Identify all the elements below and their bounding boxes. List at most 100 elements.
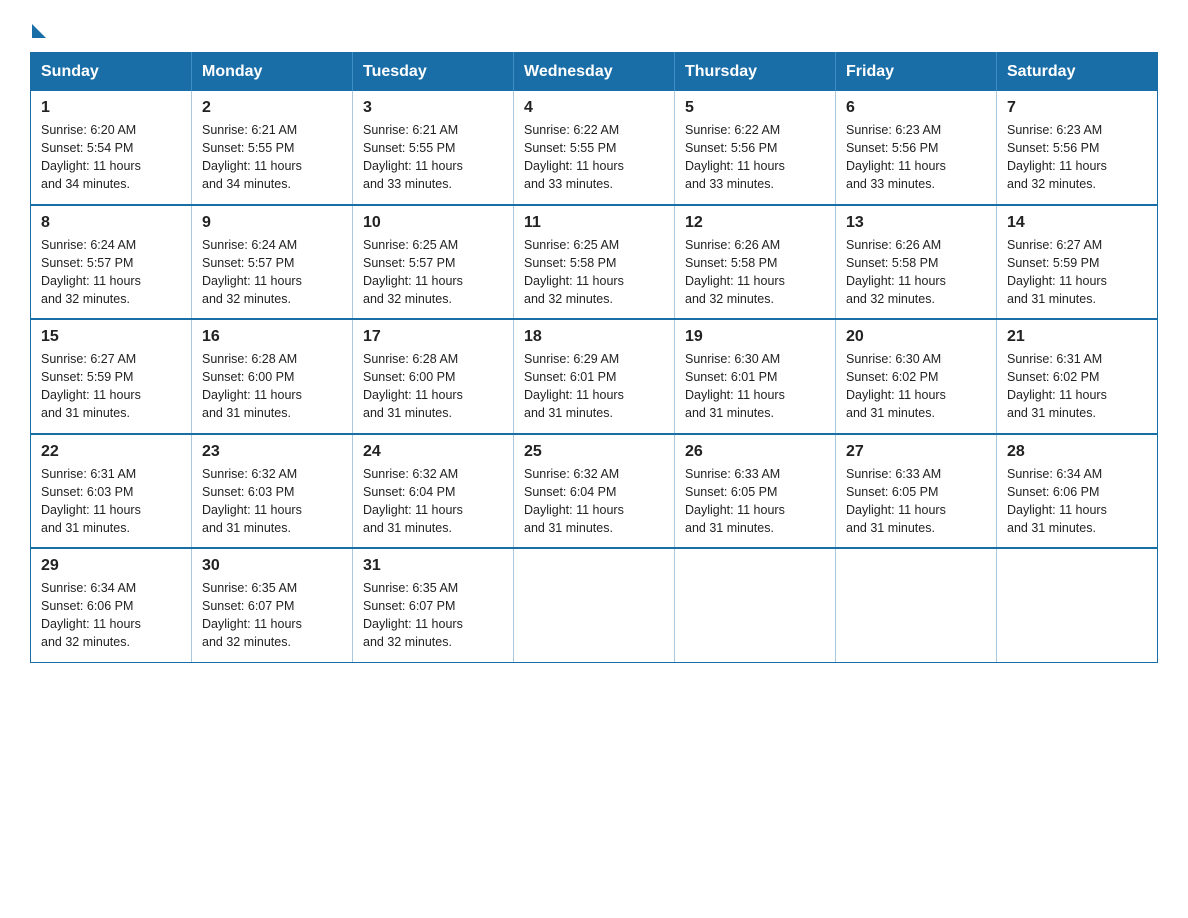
day-info: Sunrise: 6:32 AMSunset: 6:04 PMDaylight:… (524, 467, 624, 535)
day-number: 8 (41, 214, 181, 232)
day-info: Sunrise: 6:32 AMSunset: 6:04 PMDaylight:… (363, 467, 463, 535)
day-info: Sunrise: 6:34 AMSunset: 6:06 PMDaylight:… (1007, 467, 1107, 535)
day-number: 11 (524, 214, 664, 232)
week-row-1: 1 Sunrise: 6:20 AMSunset: 5:54 PMDayligh… (31, 91, 1158, 205)
logo-arrow-icon (32, 24, 46, 38)
calendar-cell: 13 Sunrise: 6:26 AMSunset: 5:58 PMDaylig… (836, 205, 997, 320)
day-number: 22 (41, 443, 181, 461)
day-number: 3 (363, 99, 503, 117)
day-info: Sunrise: 6:34 AMSunset: 6:06 PMDaylight:… (41, 581, 141, 649)
day-info: Sunrise: 6:33 AMSunset: 6:05 PMDaylight:… (846, 467, 946, 535)
day-number: 31 (363, 557, 503, 575)
calendar-cell: 20 Sunrise: 6:30 AMSunset: 6:02 PMDaylig… (836, 319, 997, 434)
calendar-cell: 11 Sunrise: 6:25 AMSunset: 5:58 PMDaylig… (514, 205, 675, 320)
day-number: 25 (524, 443, 664, 461)
day-number: 2 (202, 99, 342, 117)
calendar-cell: 10 Sunrise: 6:25 AMSunset: 5:57 PMDaylig… (353, 205, 514, 320)
day-info: Sunrise: 6:33 AMSunset: 6:05 PMDaylight:… (685, 467, 785, 535)
day-number: 6 (846, 99, 986, 117)
calendar-cell: 18 Sunrise: 6:29 AMSunset: 6:01 PMDaylig… (514, 319, 675, 434)
calendar-cell: 23 Sunrise: 6:32 AMSunset: 6:03 PMDaylig… (192, 434, 353, 549)
calendar-cell: 8 Sunrise: 6:24 AMSunset: 5:57 PMDayligh… (31, 205, 192, 320)
calendar-cell: 7 Sunrise: 6:23 AMSunset: 5:56 PMDayligh… (997, 91, 1158, 205)
week-row-4: 22 Sunrise: 6:31 AMSunset: 6:03 PMDaylig… (31, 434, 1158, 549)
day-number: 19 (685, 328, 825, 346)
calendar-cell: 28 Sunrise: 6:34 AMSunset: 6:06 PMDaylig… (997, 434, 1158, 549)
calendar-cell: 27 Sunrise: 6:33 AMSunset: 6:05 PMDaylig… (836, 434, 997, 549)
calendar-cell: 22 Sunrise: 6:31 AMSunset: 6:03 PMDaylig… (31, 434, 192, 549)
day-number: 12 (685, 214, 825, 232)
calendar-cell (514, 548, 675, 662)
day-info: Sunrise: 6:28 AMSunset: 6:00 PMDaylight:… (202, 352, 302, 420)
header-saturday: Saturday (997, 53, 1158, 92)
day-info: Sunrise: 6:27 AMSunset: 5:59 PMDaylight:… (1007, 238, 1107, 306)
calendar-cell: 29 Sunrise: 6:34 AMSunset: 6:06 PMDaylig… (31, 548, 192, 662)
calendar-cell: 30 Sunrise: 6:35 AMSunset: 6:07 PMDaylig… (192, 548, 353, 662)
calendar-cell: 3 Sunrise: 6:21 AMSunset: 5:55 PMDayligh… (353, 91, 514, 205)
day-info: Sunrise: 6:24 AMSunset: 5:57 PMDaylight:… (202, 238, 302, 306)
calendar-cell: 19 Sunrise: 6:30 AMSunset: 6:01 PMDaylig… (675, 319, 836, 434)
calendar-cell: 26 Sunrise: 6:33 AMSunset: 6:05 PMDaylig… (675, 434, 836, 549)
day-number: 18 (524, 328, 664, 346)
day-number: 9 (202, 214, 342, 232)
calendar-cell: 9 Sunrise: 6:24 AMSunset: 5:57 PMDayligh… (192, 205, 353, 320)
day-info: Sunrise: 6:27 AMSunset: 5:59 PMDaylight:… (41, 352, 141, 420)
header-thursday: Thursday (675, 53, 836, 92)
calendar-cell: 15 Sunrise: 6:27 AMSunset: 5:59 PMDaylig… (31, 319, 192, 434)
day-number: 20 (846, 328, 986, 346)
calendar-cell: 6 Sunrise: 6:23 AMSunset: 5:56 PMDayligh… (836, 91, 997, 205)
day-info: Sunrise: 6:24 AMSunset: 5:57 PMDaylight:… (41, 238, 141, 306)
calendar-cell: 17 Sunrise: 6:28 AMSunset: 6:00 PMDaylig… (353, 319, 514, 434)
header-sunday: Sunday (31, 53, 192, 92)
day-info: Sunrise: 6:35 AMSunset: 6:07 PMDaylight:… (363, 581, 463, 649)
calendar-table: SundayMondayTuesdayWednesdayThursdayFrid… (30, 52, 1158, 663)
week-row-5: 29 Sunrise: 6:34 AMSunset: 6:06 PMDaylig… (31, 548, 1158, 662)
day-info: Sunrise: 6:23 AMSunset: 5:56 PMDaylight:… (1007, 123, 1107, 191)
day-info: Sunrise: 6:22 AMSunset: 5:56 PMDaylight:… (685, 123, 785, 191)
day-info: Sunrise: 6:22 AMSunset: 5:55 PMDaylight:… (524, 123, 624, 191)
header-wednesday: Wednesday (514, 53, 675, 92)
day-number: 7 (1007, 99, 1147, 117)
day-info: Sunrise: 6:21 AMSunset: 5:55 PMDaylight:… (363, 123, 463, 191)
header-monday: Monday (192, 53, 353, 92)
day-info: Sunrise: 6:32 AMSunset: 6:03 PMDaylight:… (202, 467, 302, 535)
calendar-cell: 16 Sunrise: 6:28 AMSunset: 6:00 PMDaylig… (192, 319, 353, 434)
calendar-cell (836, 548, 997, 662)
calendar-cell: 12 Sunrise: 6:26 AMSunset: 5:58 PMDaylig… (675, 205, 836, 320)
day-number: 21 (1007, 328, 1147, 346)
day-info: Sunrise: 6:30 AMSunset: 6:02 PMDaylight:… (846, 352, 946, 420)
calendar-cell: 24 Sunrise: 6:32 AMSunset: 6:04 PMDaylig… (353, 434, 514, 549)
day-info: Sunrise: 6:25 AMSunset: 5:58 PMDaylight:… (524, 238, 624, 306)
day-number: 30 (202, 557, 342, 575)
calendar-cell: 1 Sunrise: 6:20 AMSunset: 5:54 PMDayligh… (31, 91, 192, 205)
calendar-cell: 4 Sunrise: 6:22 AMSunset: 5:55 PMDayligh… (514, 91, 675, 205)
day-number: 15 (41, 328, 181, 346)
header-friday: Friday (836, 53, 997, 92)
header-tuesday: Tuesday (353, 53, 514, 92)
day-number: 5 (685, 99, 825, 117)
calendar-cell: 2 Sunrise: 6:21 AMSunset: 5:55 PMDayligh… (192, 91, 353, 205)
day-number: 14 (1007, 214, 1147, 232)
calendar-cell: 21 Sunrise: 6:31 AMSunset: 6:02 PMDaylig… (997, 319, 1158, 434)
day-number: 16 (202, 328, 342, 346)
day-info: Sunrise: 6:31 AMSunset: 6:03 PMDaylight:… (41, 467, 141, 535)
day-number: 13 (846, 214, 986, 232)
calendar-cell: 31 Sunrise: 6:35 AMSunset: 6:07 PMDaylig… (353, 548, 514, 662)
calendar-cell (997, 548, 1158, 662)
day-number: 26 (685, 443, 825, 461)
day-number: 10 (363, 214, 503, 232)
day-info: Sunrise: 6:31 AMSunset: 6:02 PMDaylight:… (1007, 352, 1107, 420)
day-info: Sunrise: 6:26 AMSunset: 5:58 PMDaylight:… (685, 238, 785, 306)
day-number: 29 (41, 557, 181, 575)
day-number: 24 (363, 443, 503, 461)
day-info: Sunrise: 6:21 AMSunset: 5:55 PMDaylight:… (202, 123, 302, 191)
day-info: Sunrise: 6:30 AMSunset: 6:01 PMDaylight:… (685, 352, 785, 420)
calendar-cell: 25 Sunrise: 6:32 AMSunset: 6:04 PMDaylig… (514, 434, 675, 549)
day-info: Sunrise: 6:26 AMSunset: 5:58 PMDaylight:… (846, 238, 946, 306)
calendar-cell (675, 548, 836, 662)
logo (30, 20, 46, 34)
calendar-header-row: SundayMondayTuesdayWednesdayThursdayFrid… (31, 53, 1158, 92)
week-row-2: 8 Sunrise: 6:24 AMSunset: 5:57 PMDayligh… (31, 205, 1158, 320)
day-info: Sunrise: 6:20 AMSunset: 5:54 PMDaylight:… (41, 123, 141, 191)
page-header (30, 20, 1158, 34)
